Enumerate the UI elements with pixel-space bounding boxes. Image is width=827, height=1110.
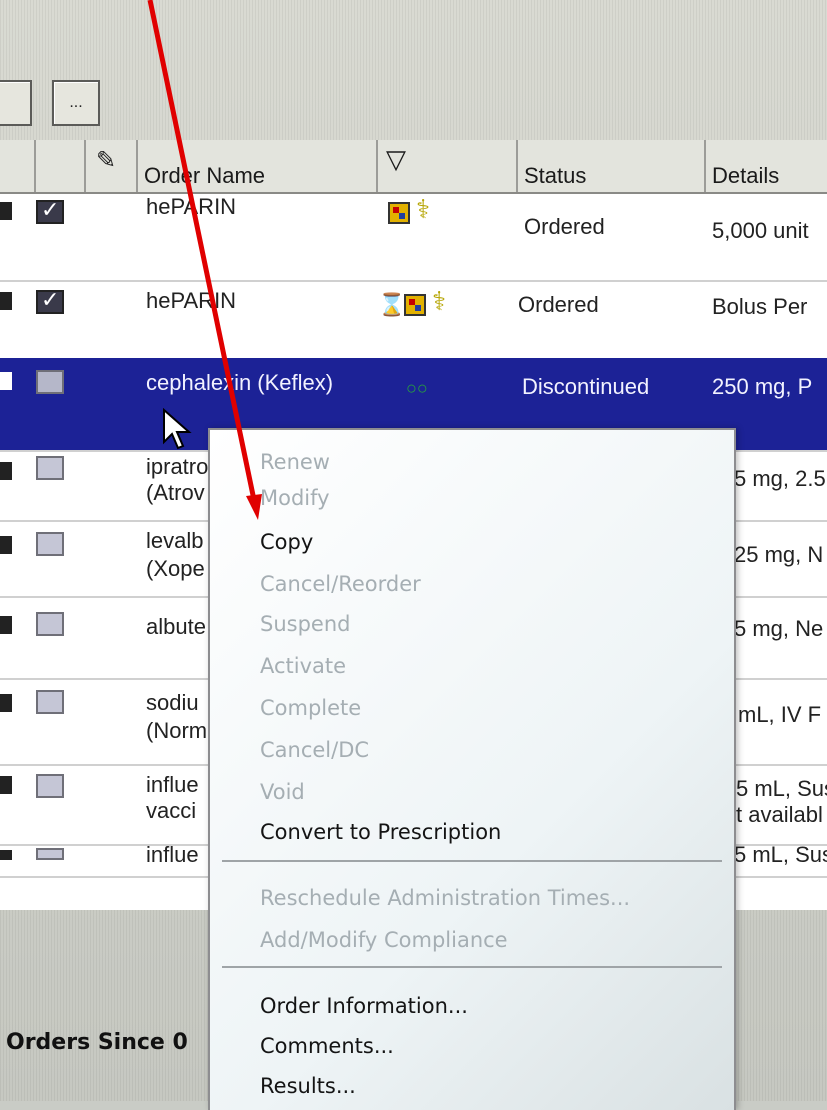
- menu-item-complete[interactable]: Complete: [260, 690, 361, 726]
- grid-header: ✎ Order Name ▽ Status Details: [0, 140, 827, 194]
- order-row[interactable]: hePARIN ⚕ Ordered 5,000 unit: [0, 194, 827, 282]
- order-status: Discontinued: [522, 374, 650, 399]
- menu-separator: [222, 966, 722, 968]
- row-checkbox[interactable]: [36, 370, 64, 394]
- row-checkbox[interactable]: [36, 456, 64, 480]
- menu-item-cancel-reorder[interactable]: Cancel/Reorder: [260, 566, 421, 602]
- mouse-cursor-icon: [163, 408, 192, 450]
- order-name-line2: vacci: [146, 798, 197, 823]
- order-details: 25 mg, N: [734, 542, 824, 567]
- row-checkbox[interactable]: [36, 848, 64, 860]
- order-details-line2: t availabl: [736, 802, 823, 827]
- menu-item-order-information[interactable]: Order Information...: [260, 988, 468, 1024]
- order-details: 5 mL, Sus: [734, 846, 827, 867]
- order-name: albute: [146, 614, 206, 639]
- order-status: Ordered: [518, 292, 599, 317]
- order-details: 5 mg, 2.5: [734, 466, 826, 491]
- order-details: 5 mg, Ne: [734, 616, 824, 641]
- row-checkbox[interactable]: [36, 612, 64, 636]
- order-details: 5 mL, Sus: [736, 776, 827, 801]
- row-marker: [0, 776, 12, 794]
- menu-item-suspend[interactable]: Suspend: [260, 606, 350, 642]
- order-status: Ordered: [524, 214, 605, 239]
- orders-since-label: Orders Since 0: [6, 1030, 188, 1055]
- row-marker: [0, 850, 12, 860]
- glasses-icon: ○○: [406, 378, 428, 398]
- order-name-line2: (Norm: [146, 718, 208, 743]
- header-status[interactable]: Status: [518, 140, 706, 192]
- header-order-name[interactable]: Order Name: [138, 140, 378, 192]
- row-marker: [0, 462, 12, 480]
- row-checkbox[interactable]: [36, 774, 64, 798]
- comment-icon: ✎: [96, 147, 117, 174]
- row-checkbox[interactable]: [36, 287, 64, 314]
- pill-icon: [388, 202, 410, 224]
- order-name: sodiu: [146, 690, 199, 715]
- order-name-line2: (Xope: [146, 556, 205, 581]
- order-details: Bolus Per: [712, 294, 808, 319]
- menu-item-results[interactable]: Results...: [260, 1068, 356, 1104]
- menu-item-convert-to-prescription[interactable]: Convert to Prescription: [260, 814, 501, 850]
- filter-icon: ▽: [386, 144, 406, 174]
- order-details: 5,000 unit: [712, 218, 809, 243]
- row-marker: [0, 694, 12, 712]
- header-check-col[interactable]: [36, 140, 86, 192]
- row-marker: [0, 202, 12, 220]
- menu-item-void[interactable]: Void: [260, 774, 305, 810]
- row-checkbox[interactable]: [36, 197, 64, 224]
- row-checkbox[interactable]: [36, 690, 64, 714]
- menu-item-add-modify-compliance[interactable]: Add/Modify Compliance: [260, 922, 508, 958]
- row-marker: [0, 616, 12, 634]
- row-checkbox[interactable]: [36, 532, 64, 556]
- order-name: hePARIN: [146, 288, 237, 313]
- order-details: mL, IV F: [738, 702, 822, 727]
- order-details: 250 mg, P: [712, 374, 813, 399]
- order-row[interactable]: hePARIN ⌛ ⚕ Ordered Bolus Per: [0, 282, 827, 366]
- order-screen: ... ✎ Order Name ▽ Status Details hePARI…: [0, 0, 827, 1110]
- order-name: hePARIN: [146, 194, 237, 219]
- row-marker: [0, 372, 12, 390]
- header-marker-col[interactable]: [0, 140, 36, 192]
- header-filter-col[interactable]: ▽: [378, 140, 518, 192]
- header-comment-col[interactable]: ✎: [86, 140, 138, 192]
- caduceus-icon: ⚕: [416, 194, 431, 224]
- menu-item-cancel-dc[interactable]: Cancel/DC: [260, 732, 369, 768]
- menu-item-copy[interactable]: Copy: [260, 524, 313, 560]
- row-marker: [0, 536, 12, 554]
- caduceus-icon: ⚕: [432, 286, 447, 316]
- order-name: influe: [146, 772, 199, 797]
- menu-item-activate[interactable]: Activate: [260, 648, 346, 684]
- pill-icon: [404, 294, 426, 316]
- order-name: cephalexin (Keflex): [146, 370, 334, 395]
- order-name: influe: [146, 846, 199, 867]
- hourglass-icon: ⌛: [378, 292, 406, 317]
- dropdown-button[interactable]: [0, 80, 32, 126]
- row-marker: [0, 292, 12, 310]
- order-name-line2: (Atrov: [146, 480, 205, 505]
- menu-item-comments[interactable]: Comments...: [260, 1028, 394, 1064]
- menu-separator: [222, 860, 722, 862]
- menu-item-reschedule-administration-times[interactable]: Reschedule Administration Times...: [260, 880, 630, 916]
- ellipsis-button[interactable]: ...: [52, 80, 100, 126]
- order-name: levalb: [146, 528, 204, 553]
- menu-item-renew[interactable]: Renew: [260, 444, 330, 480]
- header-details[interactable]: Details: [706, 140, 827, 192]
- order-name: ipratro: [146, 454, 209, 479]
- context-menu: Renew Modify Copy Cancel/Reorder Suspend…: [208, 428, 736, 1110]
- menu-item-modify[interactable]: Modify: [260, 480, 330, 516]
